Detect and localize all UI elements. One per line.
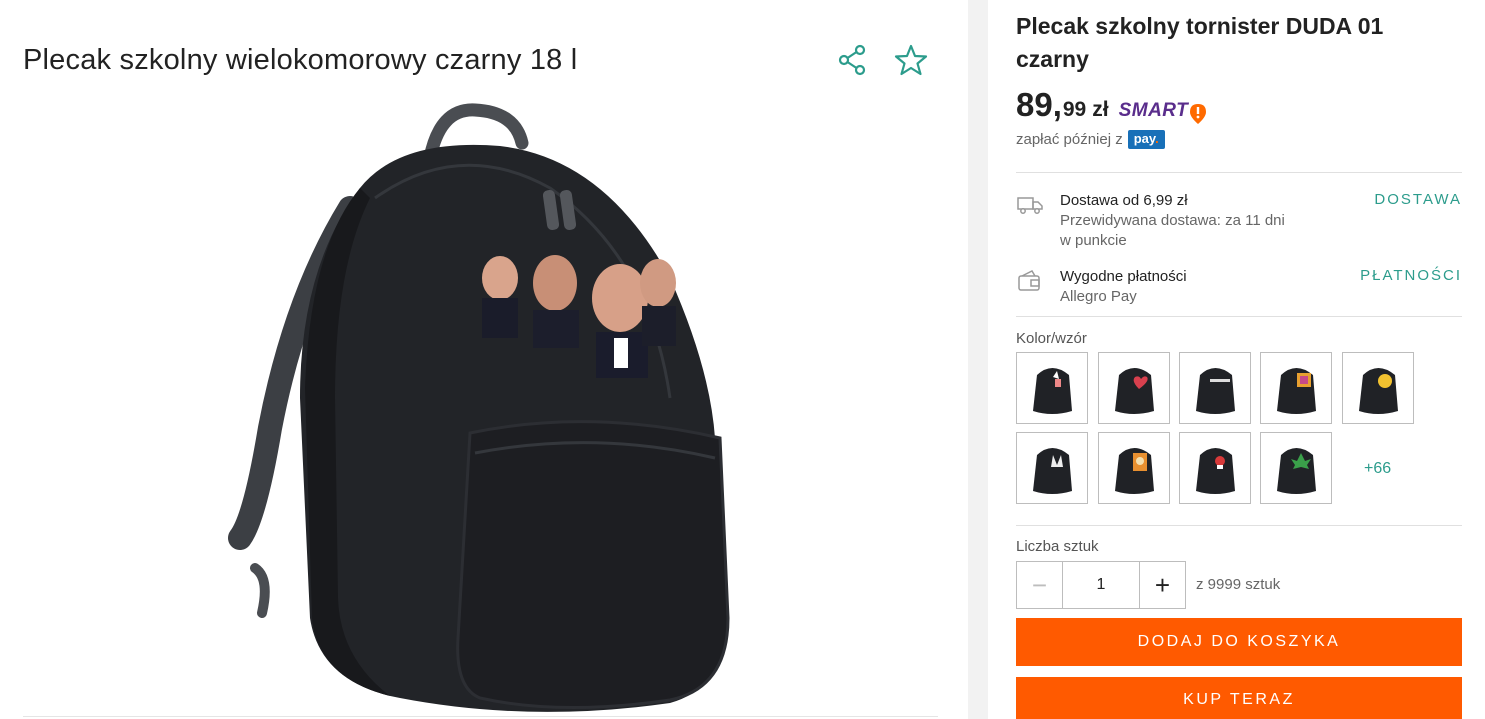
price-decimal: 99	[1062, 98, 1087, 121]
star-outline-icon[interactable]	[893, 42, 929, 78]
product-title: Plecak szkolny wielokomorowy czarny 18 l	[23, 44, 578, 76]
payment-provider: Allegro Pay	[1060, 288, 1137, 305]
payment-link[interactable]: PŁATNOŚCI	[1360, 267, 1462, 284]
price-currency: zł	[1092, 98, 1109, 121]
color-swatch[interactable]	[1342, 352, 1414, 424]
color-swatch[interactable]	[1098, 352, 1170, 424]
divider	[1016, 316, 1462, 317]
quantity-label: Liczba sztuk	[1016, 538, 1099, 555]
delivery-row: Dostawa od 6,99 zł Przewidywana dostawa:…	[1016, 191, 1462, 251]
delivery-text: Dostawa od 6,99 zł Przewidywana dostawa:…	[1060, 191, 1285, 251]
color-swatch[interactable]	[1179, 352, 1251, 424]
color-swatch[interactable]	[1260, 432, 1332, 504]
add-to-cart-button[interactable]: DODAJ DO KOSZYKA	[1016, 618, 1462, 666]
truck-icon	[1017, 197, 1043, 214]
color-swatch[interactable]	[1016, 432, 1088, 504]
product-image[interactable]	[200, 98, 760, 718]
delivery-point: w punkcie	[1060, 232, 1127, 249]
panel-separator	[968, 0, 988, 719]
buy-now-button[interactable]: KUP TERAZ	[1016, 677, 1462, 719]
gallery-header: Plecak szkolny wielokomorowy czarny 18 l	[23, 44, 933, 84]
color-swatch[interactable]	[1260, 352, 1332, 424]
purchase-panel: Plecak szkolny tornister DUDA 01 czarny …	[988, 0, 1485, 719]
allegro-pay-logo[interactable]: pay.	[1127, 130, 1165, 149]
wallet-icon	[1018, 270, 1040, 291]
color-label: Kolor/wzór	[1016, 330, 1087, 347]
offer-title: Plecak szkolny tornister DUDA 01 czarny	[1016, 13, 1384, 72]
divider	[1016, 525, 1462, 526]
quantity-input[interactable]	[1063, 562, 1139, 608]
plus-icon[interactable]: +	[1139, 562, 1185, 608]
more-colors-link[interactable]: +66	[1364, 460, 1391, 478]
smart-pin-icon	[1190, 104, 1207, 124]
price: 89, 99 zł SMART	[1016, 86, 1207, 126]
quantity-stepper: − +	[1016, 561, 1186, 609]
quantity-available: z 9999 sztuk	[1196, 576, 1281, 593]
delivery-estimate: Przewidywana dostawa: za 11 dni	[1060, 212, 1285, 229]
delivery-price: Dostawa od 6,99 zł	[1060, 192, 1188, 209]
color-swatch[interactable]	[1179, 432, 1251, 504]
delivery-link[interactable]: DOSTAWA	[1374, 191, 1462, 208]
color-swatch[interactable]	[1016, 352, 1088, 424]
minus-icon[interactable]: −	[1017, 562, 1063, 608]
pay-later: zapłać później z pay.	[1016, 130, 1165, 149]
color-swatch[interactable]	[1098, 432, 1170, 504]
payment-row: Wygodne płatności Allegro Pay PŁATNOŚCI	[1016, 267, 1462, 311]
payment-title: Wygodne płatności	[1060, 268, 1187, 285]
gallery-panel: Plecak szkolny wielokomorowy czarny 18 l	[0, 0, 968, 719]
price-integer: 89,	[1016, 86, 1062, 123]
smart-badge[interactable]: SMART	[1118, 100, 1208, 124]
payment-text: Wygodne płatności Allegro Pay	[1060, 267, 1187, 307]
product-page: Plecak szkolny wielokomorowy czarny 18 l	[0, 0, 1485, 719]
divider	[1016, 172, 1462, 173]
smart-label: SMART	[1118, 100, 1189, 121]
pay-later-text: zapłać później z	[1016, 131, 1123, 148]
divider	[23, 716, 938, 717]
share-icon[interactable]	[835, 42, 871, 78]
